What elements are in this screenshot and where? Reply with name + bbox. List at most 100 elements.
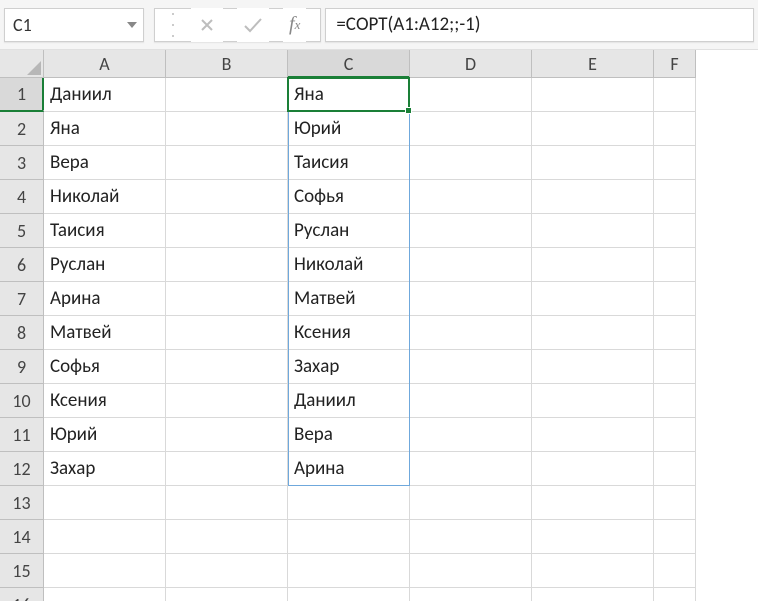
cell-A4[interactable]: Николай xyxy=(44,180,166,214)
column-header-B[interactable]: B xyxy=(166,50,288,78)
cell-E1[interactable] xyxy=(532,78,654,112)
cell-E11[interactable] xyxy=(532,418,654,452)
cell-C6[interactable]: Николай xyxy=(288,248,410,282)
column-header-C[interactable]: C xyxy=(288,50,410,78)
cell-C2[interactable]: Юрий xyxy=(288,112,410,146)
cell-D6[interactable] xyxy=(410,248,532,282)
cell-F16[interactable] xyxy=(654,588,696,601)
cell-C8[interactable]: Ксения xyxy=(288,316,410,350)
cell-C9[interactable]: Захар xyxy=(288,350,410,384)
column-header-A[interactable]: A xyxy=(44,50,166,78)
cell-D12[interactable] xyxy=(410,452,532,486)
cancel-formula-button[interactable] xyxy=(191,8,223,42)
row-header-10[interactable]: 10 xyxy=(0,384,44,418)
cell-A13[interactable] xyxy=(44,486,166,520)
cell-C13[interactable] xyxy=(288,486,410,520)
cell-A15[interactable] xyxy=(44,554,166,588)
row-header-16[interactable]: 16 xyxy=(0,588,44,601)
row-header-11[interactable]: 11 xyxy=(0,418,44,452)
select-all-corner[interactable] xyxy=(0,50,44,78)
cell-A3[interactable]: Вера xyxy=(44,146,166,180)
cell-D8[interactable] xyxy=(410,316,532,350)
row-header-15[interactable]: 15 xyxy=(0,554,44,588)
cell-F15[interactable] xyxy=(654,554,696,588)
name-box[interactable]: C1 xyxy=(4,8,144,42)
cell-B4[interactable] xyxy=(166,180,288,214)
cell-B10[interactable] xyxy=(166,384,288,418)
cell-F4[interactable] xyxy=(654,180,696,214)
cell-E12[interactable] xyxy=(532,452,654,486)
cell-E15[interactable] xyxy=(532,554,654,588)
cell-B6[interactable] xyxy=(166,248,288,282)
row-header-5[interactable]: 5 xyxy=(0,214,44,248)
cell-E13[interactable] xyxy=(532,486,654,520)
confirm-formula-button[interactable] xyxy=(237,8,269,42)
insert-function-button[interactable]: fx xyxy=(283,8,306,42)
cell-F11[interactable] xyxy=(654,418,696,452)
column-header-E[interactable]: E xyxy=(532,50,654,78)
cell-A1[interactable]: Даниил xyxy=(44,78,166,112)
cell-B12[interactable] xyxy=(166,452,288,486)
cell-F3[interactable] xyxy=(654,146,696,180)
cell-A2[interactable]: Яна xyxy=(44,112,166,146)
row-header-6[interactable]: 6 xyxy=(0,248,44,282)
column-header-F[interactable]: F xyxy=(654,50,696,78)
cell-D15[interactable] xyxy=(410,554,532,588)
row-header-13[interactable]: 13 xyxy=(0,486,44,520)
cell-B3[interactable] xyxy=(166,146,288,180)
cell-D2[interactable] xyxy=(410,112,532,146)
cell-C14[interactable] xyxy=(288,520,410,554)
cell-E8[interactable] xyxy=(532,316,654,350)
cell-D16[interactable] xyxy=(410,588,532,601)
cell-D9[interactable] xyxy=(410,350,532,384)
cell-B2[interactable] xyxy=(166,112,288,146)
row-header-12[interactable]: 12 xyxy=(0,452,44,486)
cell-C12[interactable]: Арина xyxy=(288,452,410,486)
column-header-D[interactable]: D xyxy=(410,50,532,78)
cell-A16[interactable] xyxy=(44,588,166,601)
cell-A14[interactable] xyxy=(44,520,166,554)
cell-B13[interactable] xyxy=(166,486,288,520)
cell-E3[interactable] xyxy=(532,146,654,180)
cell-A8[interactable]: Матвей xyxy=(44,316,166,350)
cell-E10[interactable] xyxy=(532,384,654,418)
cell-B8[interactable] xyxy=(166,316,288,350)
cell-A9[interactable]: Софья xyxy=(44,350,166,384)
cell-B1[interactable] xyxy=(166,78,288,112)
cell-E7[interactable] xyxy=(532,282,654,316)
cell-C11[interactable]: Вера xyxy=(288,418,410,452)
cell-A7[interactable]: Арина xyxy=(44,282,166,316)
cell-D1[interactable] xyxy=(410,78,532,112)
cell-F9[interactable] xyxy=(654,350,696,384)
cell-B11[interactable] xyxy=(166,418,288,452)
cell-F5[interactable] xyxy=(654,214,696,248)
cell-C16[interactable] xyxy=(288,588,410,601)
cell-F10[interactable] xyxy=(654,384,696,418)
cell-B5[interactable] xyxy=(166,214,288,248)
row-header-8[interactable]: 8 xyxy=(0,316,44,350)
cell-F8[interactable] xyxy=(654,316,696,350)
row-header-1[interactable]: 1 xyxy=(0,78,44,112)
cell-F1[interactable] xyxy=(654,78,696,112)
cell-B7[interactable] xyxy=(166,282,288,316)
cell-F2[interactable] xyxy=(654,112,696,146)
cell-F12[interactable] xyxy=(654,452,696,486)
cell-F14[interactable] xyxy=(654,520,696,554)
row-header-14[interactable]: 14 xyxy=(0,520,44,554)
cell-F13[interactable] xyxy=(654,486,696,520)
cell-B15[interactable] xyxy=(166,554,288,588)
cell-F6[interactable] xyxy=(654,248,696,282)
row-header-4[interactable]: 4 xyxy=(0,180,44,214)
row-header-9[interactable]: 9 xyxy=(0,350,44,384)
cell-E9[interactable] xyxy=(532,350,654,384)
cell-E2[interactable] xyxy=(532,112,654,146)
cell-A11[interactable]: Юрий xyxy=(44,418,166,452)
cell-D5[interactable] xyxy=(410,214,532,248)
cell-A10[interactable]: Ксения xyxy=(44,384,166,418)
cell-C4[interactable]: Софья xyxy=(288,180,410,214)
cell-E5[interactable] xyxy=(532,214,654,248)
cell-A6[interactable]: Руслан xyxy=(44,248,166,282)
cell-E4[interactable] xyxy=(532,180,654,214)
cell-D7[interactable] xyxy=(410,282,532,316)
dropdown-icon[interactable] xyxy=(125,18,139,32)
